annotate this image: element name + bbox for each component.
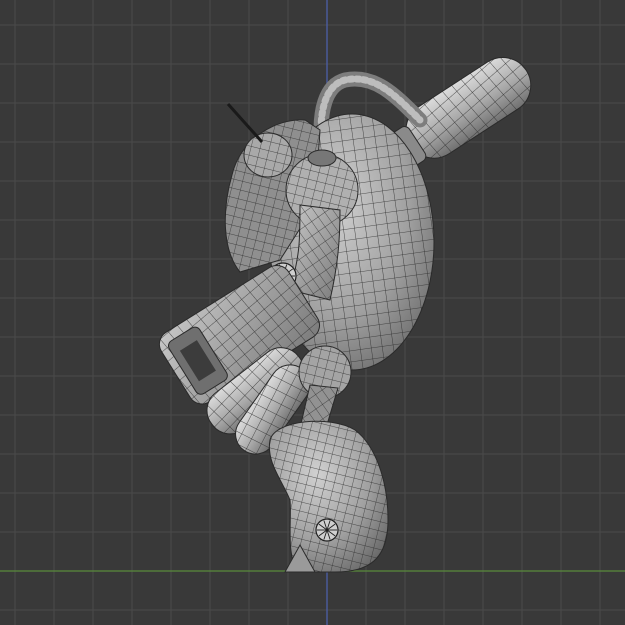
3d-viewport[interactable] — [0, 0, 625, 625]
antenna — [226, 102, 264, 144]
leg-boot[interactable] — [268, 420, 389, 573]
knee-gear[interactable] — [315, 518, 339, 542]
viewport-canvas[interactable] — [0, 0, 625, 625]
